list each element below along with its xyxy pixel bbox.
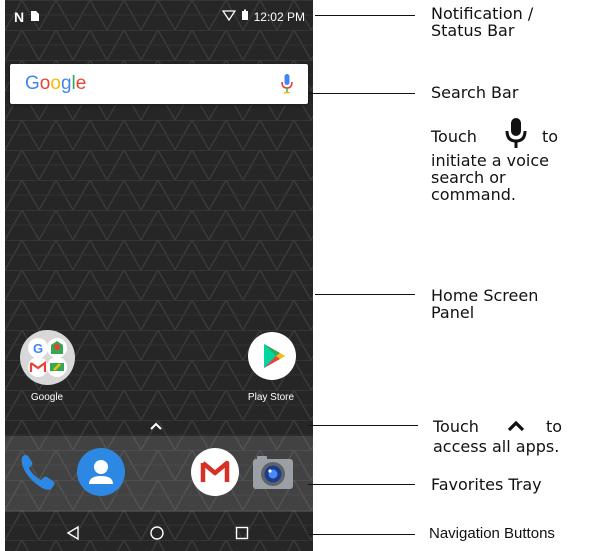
annotation-favorites: Favorites Tray (431, 475, 542, 494)
gmail-icon[interactable] (191, 448, 239, 496)
leader-line-status (315, 15, 415, 16)
sim-card-icon (30, 9, 40, 25)
google-logo: Google (25, 73, 87, 94)
annotation-home-panel: Home Screen Panel (431, 286, 539, 322)
status-bar[interactable]: N 12:02 PM (5, 0, 313, 34)
annotation-all-apps: Touch to access all apps. (433, 417, 563, 456)
contacts-icon[interactable] (77, 448, 125, 496)
phone-icon[interactable] (13, 448, 61, 496)
app-label-play-store: Play Store (247, 392, 295, 403)
chevron-up-icon (506, 419, 526, 436)
microphone-icon (505, 118, 527, 153)
microphone-icon[interactable] (280, 73, 294, 100)
battery-icon (241, 9, 249, 24)
leader-line-nav (308, 534, 415, 535)
svg-text:G: G (33, 341, 43, 356)
back-icon[interactable] (65, 525, 81, 546)
camera-icon[interactable] (249, 448, 297, 496)
search-bar[interactable]: Google (10, 64, 308, 104)
leader-line-favorites (308, 484, 415, 485)
leader-line-home (315, 294, 415, 295)
chevron-up-icon[interactable] (149, 418, 163, 436)
home-icon[interactable] (149, 525, 165, 546)
annotation-status-bar: Notification / Status Bar (431, 4, 534, 40)
annotation-nav-buttons: Navigation Buttons (429, 525, 555, 542)
play-store-icon[interactable] (248, 332, 296, 380)
google-folder-icon[interactable]: G (20, 330, 75, 385)
leader-line-apps (308, 425, 418, 426)
status-time: 12:02 PM (253, 9, 305, 24)
phone-screen: N 12:02 PM Google G Google Play Store (5, 0, 313, 551)
app-label-google: Google (30, 392, 64, 403)
annotation-voice: Touch to initiate a voice search or comm… (431, 118, 591, 203)
favorites-tray (5, 436, 313, 512)
leader-line-search (308, 93, 415, 94)
wifi-icon (221, 9, 236, 24)
recents-icon[interactable] (235, 526, 249, 545)
navigation-bar (5, 515, 313, 551)
annotation-search-bar: Search Bar (431, 83, 519, 102)
n-icon: N (14, 9, 25, 25)
